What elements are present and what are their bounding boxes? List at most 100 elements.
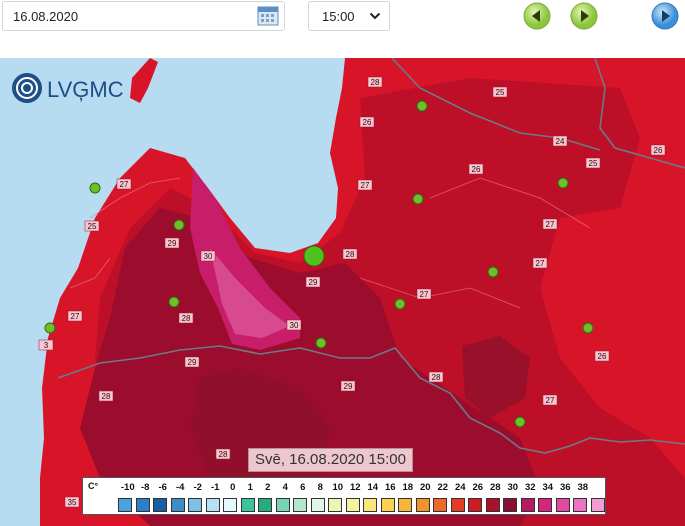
svg-text:24: 24 <box>556 137 565 146</box>
isotherm-label: 29 <box>184 356 200 368</box>
chevron-down-icon <box>369 12 381 20</box>
date-value: 16.08.2020 <box>13 8 79 24</box>
svg-text:3: 3 <box>44 341 49 350</box>
legend-label: 36 <box>559 482 571 493</box>
svg-text:26: 26 <box>363 118 372 127</box>
logo-text: LVĢMC <box>47 77 124 102</box>
legend-swatch <box>258 498 272 512</box>
legend-label: 16 <box>384 482 396 493</box>
station-marker[interactable] <box>44 322 56 334</box>
legend-label: 30 <box>507 482 519 493</box>
legend-label: 34 <box>542 482 554 493</box>
legend-swatch <box>573 498 587 512</box>
station-marker[interactable] <box>168 296 180 308</box>
legend-swatch <box>538 498 552 512</box>
legend-unit: C° <box>88 481 99 491</box>
legend-swatch <box>555 498 570 512</box>
svg-text:29: 29 <box>309 278 318 287</box>
station-marker[interactable] <box>412 193 424 205</box>
legend-swatch <box>170 498 185 512</box>
isotherm-label: 3 <box>38 339 54 351</box>
legend-swatch <box>275 498 290 512</box>
svg-text:27: 27 <box>71 312 80 321</box>
svg-text:27: 27 <box>536 259 545 268</box>
isotherm-label: 28 <box>428 371 444 383</box>
legend-label: 18 <box>402 482 414 493</box>
legend-swatch <box>503 498 517 512</box>
station-marker[interactable] <box>394 298 406 310</box>
legend-label: -10 <box>120 482 135 493</box>
svg-text:28: 28 <box>346 250 355 259</box>
isotherm-label: 30 <box>200 250 216 262</box>
station-marker[interactable] <box>582 322 594 334</box>
legend-label: 24 <box>454 482 466 493</box>
isotherm-label: 27 <box>357 179 373 191</box>
legend-label: 38 <box>577 482 589 493</box>
isotherm-label: 26 <box>594 350 610 362</box>
legend-swatch <box>590 498 605 512</box>
legend-swatch <box>363 498 377 512</box>
legend-label: -2 <box>193 482 202 493</box>
svg-text:29: 29 <box>344 382 353 391</box>
time-value: 15:00 <box>322 8 355 24</box>
legend-swatch <box>153 498 167 512</box>
svg-text:28: 28 <box>219 450 228 459</box>
isotherm-label: 27 <box>67 310 83 322</box>
svg-text:30: 30 <box>204 252 213 261</box>
legend-swatch <box>310 498 325 512</box>
svg-text:28: 28 <box>432 373 441 382</box>
svg-text:27: 27 <box>420 290 429 299</box>
station-marker[interactable] <box>557 177 569 189</box>
legend-swatch <box>223 498 237 512</box>
isotherm-label: 35 <box>64 496 80 508</box>
legend-swatch <box>380 498 395 512</box>
svg-text:28: 28 <box>102 392 111 401</box>
prev-button[interactable] <box>523 2 551 30</box>
legend-label: 0 <box>230 482 236 493</box>
date-field[interactable]: 16.08.2020 <box>2 1 285 31</box>
svg-text:30: 30 <box>290 321 299 330</box>
isotherm-label: 29 <box>340 380 356 392</box>
legend-swatch <box>205 498 220 512</box>
station-marker[interactable] <box>487 266 499 278</box>
map-caption: Svē, 16.08.2020 15:00 <box>248 448 413 472</box>
legend-label: 26 <box>472 482 484 493</box>
isotherm-label: 25 <box>84 220 100 232</box>
svg-text:28: 28 <box>182 314 191 323</box>
legend-label: 2 <box>265 482 271 493</box>
isotherm-label: 26 <box>468 163 484 175</box>
station-marker[interactable] <box>303 245 325 267</box>
isotherm-label: 27 <box>116 178 132 190</box>
svg-text:25: 25 <box>589 159 598 168</box>
legend-label: 10 <box>332 482 344 493</box>
station-marker[interactable] <box>514 416 526 428</box>
legend-swatch <box>520 498 535 512</box>
isotherm-label: 25 <box>492 86 508 98</box>
station-marker[interactable] <box>173 219 185 231</box>
isotherm-label: 25 <box>585 157 601 169</box>
temperature-legend: C° -10 -8 -6 -4 -2 -1 0 1 2 4 6 8 10 12 14 16 18 20 22 24 26… <box>82 477 606 515</box>
time-select[interactable]: 15:00 <box>308 1 390 31</box>
isotherm-label: 30 <box>286 319 302 331</box>
svg-text:29: 29 <box>188 358 197 367</box>
svg-text:29: 29 <box>168 239 177 248</box>
legend-swatch <box>398 498 412 512</box>
station-marker[interactable] <box>416 100 428 112</box>
legend-label: 14 <box>367 482 379 493</box>
legend-label: 1 <box>247 482 253 493</box>
station-marker[interactable] <box>89 182 101 194</box>
svg-text:27: 27 <box>546 396 555 405</box>
station-marker[interactable] <box>315 337 327 349</box>
next-button[interactable] <box>570 2 598 30</box>
isotherm-label: 26 <box>650 144 666 156</box>
calendar-icon[interactable] <box>256 5 280 27</box>
svg-text:26: 26 <box>654 146 663 155</box>
play-button[interactable] <box>651 2 679 30</box>
legend-swatch <box>415 498 430 512</box>
legend-label: 8 <box>317 482 323 493</box>
legend-label: 20 <box>419 482 431 493</box>
legend-swatch <box>345 498 360 512</box>
legend-swatch <box>188 498 202 512</box>
isotherm-label: 29 <box>305 276 321 288</box>
legend-swatch <box>328 498 342 512</box>
